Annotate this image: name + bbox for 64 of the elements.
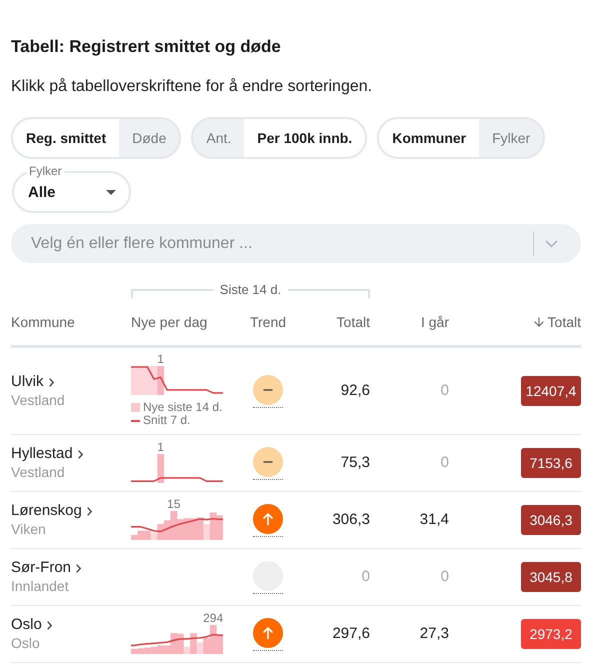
cumulative-total-badge: 12407,4 (521, 376, 581, 406)
sort-instruction: Klikk på tabelloverskriftene for å endre sorteringen. (11, 77, 374, 97)
cumulative-total-badge: 3046,3 (521, 505, 581, 535)
yesterday-value: 0 (440, 454, 449, 472)
total-value: 0 (362, 568, 370, 586)
minus-circle-icon (253, 446, 283, 476)
bar-swatch-icon (131, 403, 140, 412)
municipality-link[interactable]: Oslo (11, 616, 52, 634)
region-name: Innlandet (11, 577, 69, 595)
municipality-link[interactable]: Ulvik (11, 373, 54, 391)
up-arrow-circle-icon (253, 504, 283, 534)
total-value: 306,3 (332, 511, 370, 529)
total-value: 297,6 (332, 625, 370, 643)
chevron-right-icon (76, 564, 81, 572)
total-value: 92,6 (340, 382, 370, 400)
yesterday-value: 31,4 (420, 511, 449, 529)
yesterday-value: 27,3 (420, 625, 449, 643)
column-header[interactable]: Kommune (11, 314, 75, 330)
legend-label: Nye siste 14 d. (143, 401, 222, 414)
municipality-search-field[interactable]: Velg én eller flere kommuner ... (11, 224, 581, 263)
trend-button[interactable] (253, 504, 283, 536)
daily-cases-bar (157, 454, 164, 483)
chevron-down-icon[interactable] (545, 240, 558, 248)
column-group-label: Siste 14 d. (218, 283, 282, 297)
chevron-right-icon (48, 378, 54, 386)
trend-button[interactable] (253, 374, 283, 408)
trend-button[interactable] (253, 618, 283, 650)
column-header[interactable]: Totalt (532, 314, 581, 330)
region-name: Vestland (11, 463, 65, 481)
cumulative-total-badge: 3045,8 (521, 562, 581, 592)
arrow-down-icon (532, 315, 546, 329)
municipality-link[interactable]: Lørenskog (11, 502, 92, 520)
municipality-link[interactable]: Sør-Fron (11, 559, 81, 577)
region-name: Oslo (11, 634, 40, 652)
peak-value-label: 1 (157, 353, 164, 365)
column-header[interactable]: I går (420, 314, 449, 330)
cumulative-total-badge: 7153,6 (521, 448, 581, 478)
total-value: 75,3 (340, 454, 370, 472)
municipality-link[interactable]: Hyllestad (11, 445, 83, 463)
toggle-option[interactable]: Per 100k innb. (244, 119, 366, 157)
region-name: Vestland (11, 391, 65, 409)
caret-down-icon (106, 190, 116, 195)
cumulative-total-badge: 2973,2 (521, 619, 581, 649)
legend-label: Snitt 7 d. (143, 414, 190, 427)
table-title: Tabell: Registrert smittet og døde (11, 36, 282, 58)
chevron-right-icon (86, 506, 92, 516)
chevron-right-icon (78, 450, 83, 458)
trend-button[interactable] (253, 446, 283, 480)
column-header[interactable]: Trend (250, 314, 286, 330)
region-select[interactable]: Fylker Alle (12, 166, 131, 213)
peak-value-label: 15 (167, 498, 180, 510)
region-name: Viken (11, 520, 46, 538)
yesterday-value: 0 (440, 382, 449, 400)
chevron-right-icon (46, 620, 52, 630)
peak-value-label: 294 (203, 612, 224, 624)
peak-value-label: 1 (157, 441, 164, 453)
minus-circle-icon (253, 374, 283, 404)
up-arrow-circle-icon (253, 618, 283, 648)
line-swatch-icon (131, 420, 140, 422)
column-header[interactable]: Totalt (336, 314, 370, 330)
column-header[interactable]: Nye per dag (131, 314, 208, 330)
toggle-option[interactable]: Reg. smittet (13, 119, 120, 157)
toggle-option[interactable]: Kommuner (379, 119, 480, 157)
yesterday-value: 0 (440, 568, 449, 586)
